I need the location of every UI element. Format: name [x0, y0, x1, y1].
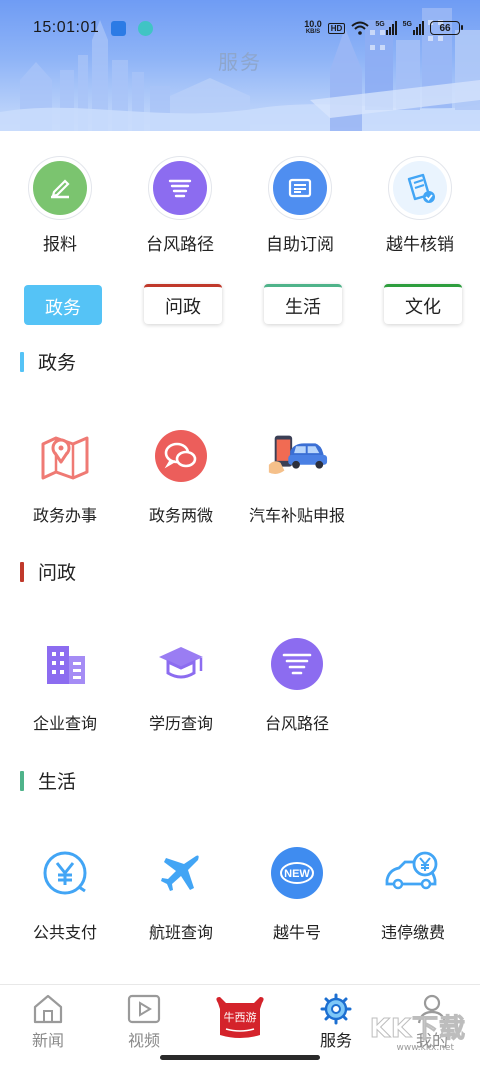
- wifi-icon: [351, 21, 369, 35]
- graduation-cap-icon: [149, 632, 213, 696]
- nav-brand[interactable]: 牛西游: [192, 995, 288, 1041]
- building-icon: [33, 632, 97, 696]
- quick-link-verify[interactable]: 越牛核销: [360, 156, 480, 255]
- quick-link-subscribe[interactable]: 自助订阅: [240, 156, 360, 255]
- chat-bubbles-icon: [149, 424, 213, 488]
- car-subsidy-icon: [265, 424, 329, 488]
- status-time: 15:01:01: [33, 19, 100, 36]
- page-title: 服务: [218, 50, 262, 74]
- service-item-company-search[interactable]: 企业查询: [5, 632, 125, 734]
- service-item-flight-search[interactable]: 航班查询: [121, 841, 241, 943]
- typhoon-icon: [265, 632, 329, 696]
- ticket-check-icon: [393, 161, 447, 215]
- quick-link-typhoon[interactable]: 台风路径: [120, 156, 240, 255]
- signal-icon-sim2: 5G: [403, 21, 424, 35]
- notification-app-icon: [111, 20, 127, 36]
- nav-news[interactable]: 新闻: [0, 993, 96, 1051]
- service-item-yueniu-account[interactable]: NEW 越牛号: [237, 841, 357, 943]
- battery-indicator: 66: [430, 21, 463, 35]
- service-item-typhoon-path[interactable]: 台风路径: [237, 632, 357, 734]
- video-play-icon: [127, 994, 161, 1024]
- notification-app-icon-2: [138, 20, 154, 36]
- service-item-education-search[interactable]: 学历查询: [121, 632, 241, 734]
- quick-link-report[interactable]: 报料: [0, 156, 120, 255]
- airplane-icon: [149, 841, 213, 905]
- section-heading-government: 政务: [20, 348, 76, 375]
- gear-icon: [320, 993, 352, 1025]
- home-indicator[interactable]: [160, 1055, 320, 1060]
- brand-logo-icon: 牛西游: [216, 997, 264, 1038]
- edit-report-icon: [33, 161, 87, 215]
- map-pin-icon: [33, 424, 97, 488]
- new-badge-icon: NEW: [265, 841, 329, 905]
- section-heading-inquiry: 问政: [20, 558, 76, 585]
- section-heading-life: 生活: [20, 767, 76, 794]
- hd-badge: HD: [327, 22, 346, 34]
- service-item-parking-fine[interactable]: 违停缴费: [353, 841, 473, 943]
- svg-text:NEW: NEW: [284, 868, 310, 880]
- header-banner: 15:01:01 10.0 KB/S HD 5G 5G 66 服务: [0, 0, 480, 131]
- service-item-gov-wechat-weibo[interactable]: 政务两微: [121, 424, 241, 526]
- svg-text:牛西游: 牛西游: [224, 1010, 257, 1024]
- tab-life[interactable]: 生活: [264, 284, 342, 324]
- tab-inquiry[interactable]: 问政: [144, 284, 222, 324]
- service-item-car-subsidy[interactable]: 汽车补贴申报: [237, 424, 357, 526]
- status-bar: 15:01:01 10.0 KB/S HD 5G 5G 66: [33, 18, 463, 38]
- newspaper-icon: [273, 161, 327, 215]
- signal-icon-sim1: 5G: [375, 21, 397, 35]
- tab-government[interactable]: 政务: [24, 285, 102, 325]
- watermark-logo: KK下载: [369, 1014, 466, 1045]
- service-item-gov-affairs[interactable]: 政务办事: [5, 424, 125, 526]
- nav-video[interactable]: 视频: [96, 993, 192, 1051]
- net-speed: 10.0 KB/S: [304, 19, 322, 36]
- car-fine-icon: [381, 841, 445, 905]
- watermark-url: www.kkx.net: [396, 1043, 455, 1053]
- home-icon: [33, 994, 63, 1024]
- service-item-public-payment[interactable]: 公共支付: [5, 841, 125, 943]
- quick-links: 报料 台风路径 自助订阅 越牛核销: [0, 156, 480, 255]
- yuan-payment-icon: [33, 841, 97, 905]
- tab-culture[interactable]: 文化: [384, 284, 462, 324]
- typhoon-icon: [153, 161, 207, 215]
